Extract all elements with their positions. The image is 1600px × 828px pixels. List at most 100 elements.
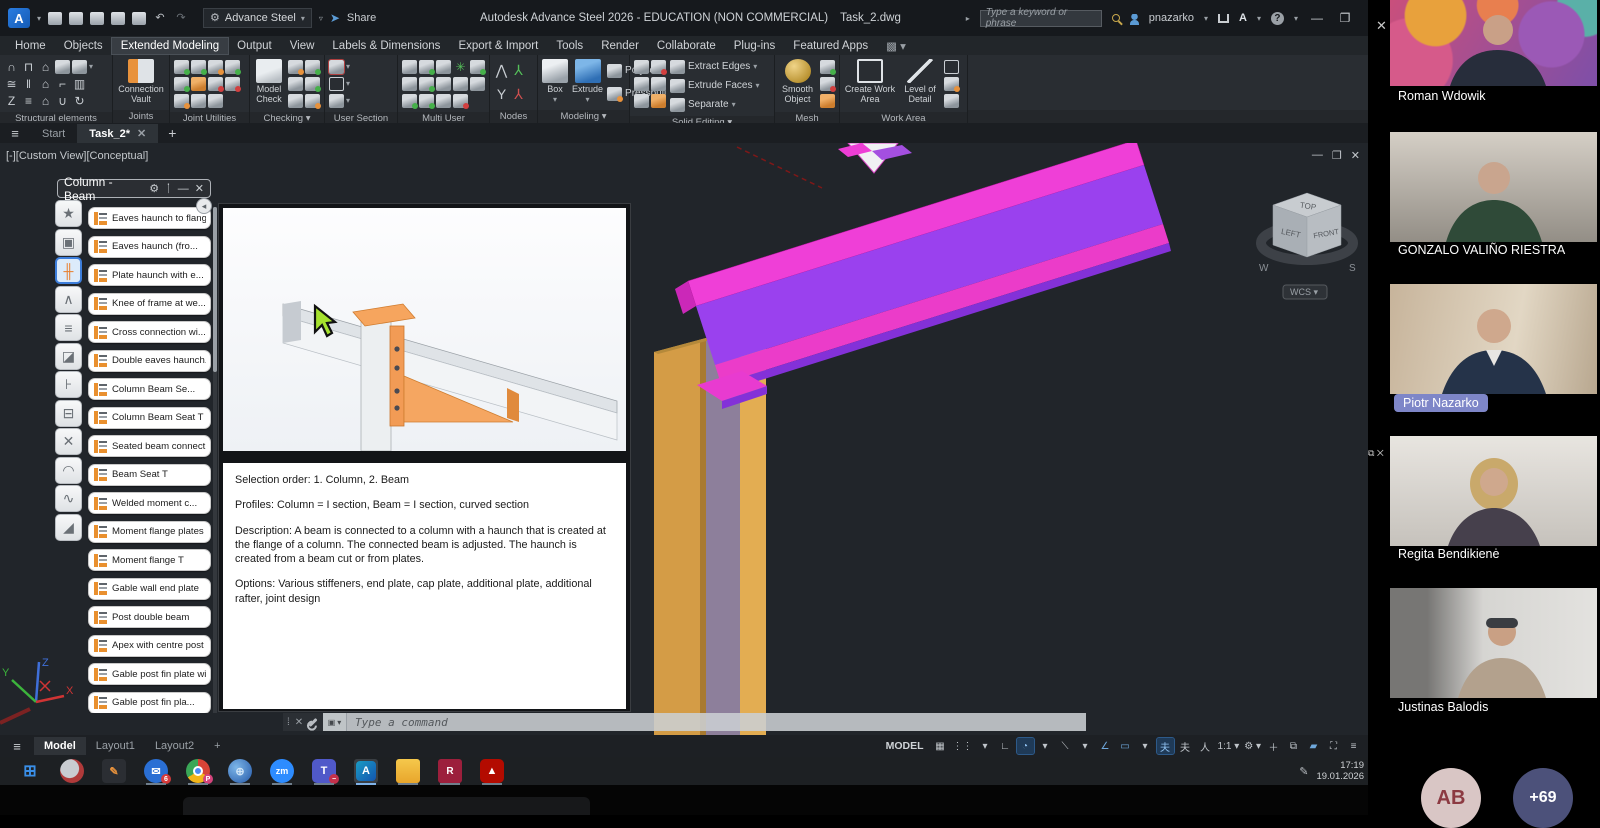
- joint-list-item[interactable]: Welded moment c...: [88, 492, 211, 514]
- zoom-icon[interactable]: zm: [270, 759, 294, 783]
- tab-collaborate[interactable]: Collaborate: [648, 38, 725, 54]
- close-tab-icon[interactable]: ✕: [137, 127, 146, 140]
- workspace-gear-icon[interactable]: ⚙ ▾: [1243, 738, 1262, 754]
- user-menu-caret-icon[interactable]: ▾: [1204, 14, 1208, 23]
- qat-overflow-icon[interactable]: ▿: [319, 14, 323, 23]
- mu-sync-icon[interactable]: [419, 77, 434, 91]
- joint-default-icon[interactable]: [191, 77, 206, 91]
- stairs-icon[interactable]: [72, 60, 87, 74]
- polar-caret-icon[interactable]: ▾: [1037, 738, 1054, 754]
- tab-task2[interactable]: Task_2* ✕: [77, 124, 158, 143]
- ortho-mode-icon[interactable]: ∟: [997, 738, 1014, 754]
- section-corner-icon[interactable]: [329, 94, 344, 108]
- columns-icon[interactable]: ‖: [21, 76, 36, 92]
- category-end-plates[interactable]: ≡: [55, 314, 82, 341]
- workarea-reset-icon[interactable]: [944, 94, 959, 108]
- joint-add-icon[interactable]: [174, 60, 189, 74]
- app-menu-button[interactable]: A: [8, 8, 30, 28]
- category-tee[interactable]: ⊦: [55, 371, 82, 398]
- participant-video[interactable]: [1390, 284, 1597, 394]
- vp-close-icon[interactable]: ✕: [1351, 149, 1360, 162]
- category-gusset[interactable]: ◪: [55, 343, 82, 370]
- joint-list-item[interactable]: Post double beam: [88, 606, 211, 628]
- joint-list-item[interactable]: Knee of frame at we...: [88, 293, 211, 315]
- beam-z-icon[interactable]: Z: [4, 93, 19, 109]
- share-button[interactable]: Share: [347, 12, 376, 24]
- category-bracing[interactable]: ✕: [55, 428, 82, 455]
- taskbar-app-icon[interactable]: [60, 759, 84, 783]
- joint-check-icon[interactable]: [191, 60, 206, 74]
- create-work-area-button[interactable]: Create Work Area: [844, 58, 896, 104]
- osnap-tracking-icon[interactable]: ∠: [1097, 738, 1114, 754]
- thicken-icon[interactable]: [651, 94, 666, 108]
- annotation-scale-person-icon[interactable]: 人: [1197, 738, 1214, 754]
- section-outline-icon[interactable]: [329, 77, 344, 91]
- search-icon[interactable]: [1112, 14, 1120, 22]
- chrome-icon[interactable]: P: [186, 759, 210, 783]
- clash-check-icon[interactable]: [288, 60, 303, 74]
- joint-explode-icon[interactable]: [208, 94, 223, 108]
- connection-vault-button[interactable]: Connection Vault: [117, 58, 165, 104]
- start-button-icon[interactable]: ⊞: [18, 759, 42, 783]
- notes-app-icon[interactable]: ✎: [102, 759, 126, 783]
- joint-list-item[interactable]: Double eaves haunch...: [88, 350, 211, 372]
- redo-icon[interactable]: ↷: [174, 12, 188, 25]
- isodraft-icon[interactable]: ⟍: [1057, 738, 1074, 754]
- tab-labels-dimensions[interactable]: Labels & Dimensions: [323, 38, 449, 54]
- mu-takeover-icon[interactable]: [402, 94, 417, 108]
- joint-list-item[interactable]: Moment flange T: [88, 549, 211, 571]
- category-purlin[interactable]: ◠: [55, 457, 82, 484]
- joint-update-icon[interactable]: [174, 94, 189, 108]
- union-icon[interactable]: [634, 60, 649, 74]
- joint-remove-icon[interactable]: [225, 77, 240, 91]
- node-frame-icon[interactable]: ⋀: [494, 62, 509, 78]
- box-button[interactable]: Box ▾: [542, 58, 568, 104]
- tab-output[interactable]: Output: [228, 38, 281, 54]
- structural-more-icon[interactable]: ▾: [89, 62, 93, 71]
- category-column-beam[interactable]: ╫: [55, 257, 82, 284]
- osnap-icon[interactable]: ▭: [1117, 738, 1134, 754]
- house-filled-icon[interactable]: ⌂: [38, 76, 53, 92]
- mu-upload-icon[interactable]: [436, 77, 451, 91]
- viewcube-west[interactable]: W: [1259, 263, 1269, 274]
- mu-update-icon[interactable]: [419, 94, 434, 108]
- section-behavior-icon[interactable]: [329, 60, 344, 74]
- tab-plugins[interactable]: Plug-ins: [725, 38, 785, 54]
- restore-button[interactable]: ❐: [1336, 11, 1354, 25]
- joint-insert-icon[interactable]: [191, 94, 206, 108]
- smooth-more-icon[interactable]: [820, 60, 835, 74]
- check-database-icon[interactable]: [288, 77, 303, 91]
- participant-video[interactable]: [1390, 436, 1597, 546]
- joint-list-item[interactable]: Moment flange plates: [88, 521, 211, 543]
- snap-mode-icon[interactable]: ⋮⋮: [952, 738, 974, 754]
- acrobat-icon[interactable]: ▲: [480, 759, 504, 783]
- workarea-plane-icon[interactable]: [944, 77, 959, 91]
- palette-minimize-icon[interactable]: —: [178, 183, 189, 195]
- slice-icon[interactable]: [651, 77, 666, 91]
- spiral-icon[interactable]: ↻: [72, 93, 87, 109]
- joint-search-icon[interactable]: [225, 60, 240, 74]
- node-add-icon[interactable]: ⅄: [511, 62, 526, 78]
- palette-pin-icon[interactable]: ᛙ: [165, 183, 172, 195]
- workarea-box-icon[interactable]: [944, 60, 959, 74]
- extrude-faces-button[interactable]: Extrude Faces ▾: [670, 77, 760, 94]
- print-icon[interactable]: [132, 12, 146, 25]
- bent-plate-icon[interactable]: [55, 60, 70, 74]
- drawing-tabs-menu-icon[interactable]: ≡: [0, 126, 30, 141]
- joint-list-item[interactable]: Seated beam connection: [88, 435, 211, 457]
- extrude-button[interactable]: Extrude ▾: [572, 58, 603, 104]
- extract-edges-button[interactable]: Extract Edges ▾: [670, 58, 760, 75]
- participant-video[interactable]: [1390, 132, 1597, 242]
- ribbon-display-toggle-icon[interactable]: ▩ ▾: [877, 37, 915, 55]
- polyline-beam-icon[interactable]: ⌐: [55, 76, 70, 92]
- mu-release-icon[interactable]: [402, 77, 417, 91]
- save-icon[interactable]: [90, 12, 104, 25]
- category-turnbuckle[interactable]: ∿: [55, 485, 82, 512]
- smooth-object-button[interactable]: Smooth Object: [779, 58, 816, 104]
- check-steel-icon[interactable]: [288, 94, 303, 108]
- robot-structural-icon[interactable]: R: [438, 759, 462, 783]
- open-file-icon[interactable]: [69, 12, 83, 25]
- mu-download-icon[interactable]: [402, 60, 417, 74]
- joint-list-item[interactable]: Gable post fin plate wi...: [88, 663, 211, 685]
- wcs-dropdown[interactable]: WCS ▾: [1290, 287, 1318, 297]
